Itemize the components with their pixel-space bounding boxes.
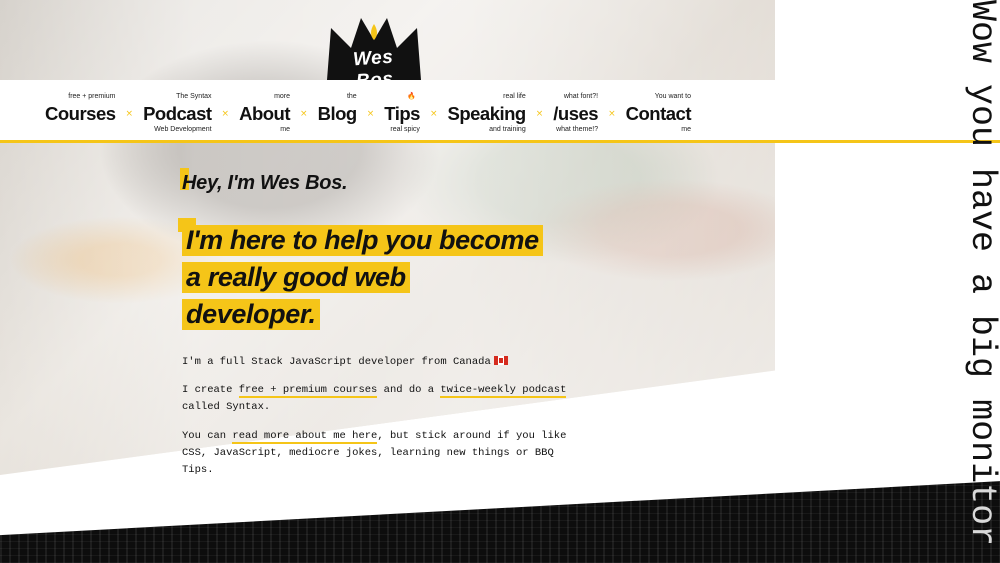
- nav-uses-label: /uses: [553, 103, 599, 124]
- headline-line-2: a really good web: [182, 262, 410, 293]
- nav-list: free + premium Courses × The Syntax Podc…: [45, 93, 692, 133]
- nav-item-courses[interactable]: free + premium Courses: [45, 93, 116, 124]
- nav-about-tagline-top: more: [274, 93, 291, 100]
- nav-item-speaking[interactable]: real life Speaking and training: [447, 93, 526, 133]
- nav-podcast-label: Podcast: [143, 103, 212, 124]
- nav-tips-tagline-bottom: real spicy: [390, 126, 420, 133]
- nav-speaking-tagline-bottom: and training: [489, 126, 526, 133]
- nav-about-label: About: [239, 103, 291, 124]
- nav-uses-tagline-bottom: what theme!?: [556, 126, 599, 133]
- nav-separator: ×: [221, 109, 230, 119]
- greeting-heading: Hey, I'm Wes Bos.: [182, 172, 348, 194]
- nav-podcast-tagline-top: The Syntax: [176, 93, 212, 100]
- nav-separator: ×: [125, 109, 134, 119]
- nav-courses-tagline-top: free + premium: [68, 93, 116, 100]
- courses-text-middle: and do a: [377, 384, 441, 396]
- courses-paragraph: I create free + premium courses and do a…: [182, 382, 582, 416]
- nav-contact-tagline-bottom: me: [681, 126, 692, 133]
- nav-separator: ×: [535, 109, 544, 119]
- nav-separator: ×: [300, 109, 308, 119]
- nav-item-contact[interactable]: You want to Contact me: [625, 93, 692, 133]
- wes-bos-logo[interactable]: Wes Bos: [325, 10, 423, 92]
- nav-podcast-tagline-bottom: Web Development: [154, 126, 212, 133]
- nav-uses-tagline-top: what font?!: [563, 93, 599, 100]
- nav-item-about[interactable]: more About me: [239, 93, 291, 133]
- nav-contact-tagline-top: You want to: [654, 93, 692, 100]
- headline-line-3: developer.: [182, 299, 320, 330]
- nav-item-uses[interactable]: what font?! /uses what theme!?: [553, 93, 599, 133]
- nav-separator: ×: [608, 109, 616, 119]
- nav-separator: ×: [366, 109, 375, 119]
- podcast-link[interactable]: twice-weekly podcast: [440, 384, 567, 398]
- courses-link[interactable]: free + premium courses: [238, 384, 378, 398]
- nav-contact-label: Contact: [625, 103, 692, 124]
- canada-flag-icon: [493, 356, 508, 365]
- courses-text-after: called Syntax.: [182, 401, 271, 413]
- main-navigation: free + premium Courses × The Syntax Podc…: [0, 80, 1000, 143]
- nav-blog-label: Blog: [317, 103, 358, 124]
- headline-line-1: I'm here to help you become: [182, 225, 543, 256]
- nav-speaking-tagline-top: real life: [503, 93, 526, 100]
- nav-separator: ×: [429, 109, 438, 119]
- intro-paragraph: I'm a full Stack JavaScript developer fr…: [182, 354, 582, 371]
- nav-item-podcast[interactable]: The Syntax Podcast Web Development: [143, 93, 212, 133]
- nav-item-tips[interactable]: 🔥 Tips real spicy: [384, 93, 420, 133]
- big-monitor-text-overlay: Wow you have a big monitor: [962, 485, 1000, 563]
- big-monitor-text-overlay-inner: Wow you have a big monitor: [962, 485, 1000, 563]
- nav-item-blog[interactable]: the Blog: [317, 93, 358, 124]
- hero-headline: I'm here to help you become a really goo…: [182, 222, 582, 333]
- nav-courses-label: Courses: [45, 103, 116, 124]
- footer-grunge-band: [0, 481, 1000, 563]
- big-monitor-vertical-text: Wow you have a big monitor: [962, 0, 1000, 547]
- fire-icon: 🔥: [407, 93, 416, 100]
- nav-tips-label: Tips: [384, 103, 420, 124]
- nav-speaking-label: Speaking: [447, 103, 526, 124]
- about-paragraph: You can read more about me here, but sti…: [182, 428, 582, 479]
- courses-text-before: I create: [182, 384, 239, 396]
- intro-text: I'm a full Stack JavaScript developer fr…: [182, 356, 491, 368]
- about-me-link[interactable]: read more about me here: [232, 430, 378, 444]
- nav-about-tagline-bottom: me: [280, 126, 291, 133]
- nav-blog-tagline-top: the: [346, 93, 357, 100]
- about-text-before: You can: [182, 430, 233, 442]
